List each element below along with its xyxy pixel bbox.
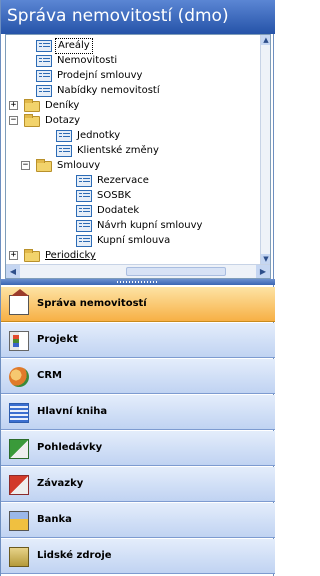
- tree-item-label: Deníky: [45, 100, 80, 111]
- navigation-pane: Správa nemovitostí (dmo) Areály Nemovitos…: [0, 0, 275, 576]
- scroll-right-arrow-icon[interactable]: ▶: [256, 265, 270, 278]
- tree-item-label: SOSBK: [97, 190, 131, 201]
- collapse-icon[interactable]: −: [21, 161, 30, 170]
- table-icon: [76, 220, 92, 232]
- tree-item-label: Nabídky nemovitostí: [57, 85, 160, 96]
- horizontal-scrollbar[interactable]: ◀ ▶: [6, 264, 270, 278]
- scroll-thumb[interactable]: [126, 267, 226, 276]
- folder-icon: [24, 249, 40, 262]
- tree-item-label: Dotazy: [45, 115, 81, 126]
- nav-button-label: Lidské zdroje: [37, 550, 112, 561]
- splitter-grip-icon[interactable]: [117, 281, 157, 283]
- table-icon: [36, 55, 52, 67]
- nav-button[interactable]: Projekt: [1, 323, 275, 358]
- nav-button[interactable]: Závazky: [1, 467, 275, 502]
- table-icon: [56, 130, 72, 142]
- table-icon: [76, 205, 92, 217]
- nav-button-label: Závazky: [37, 478, 84, 489]
- folder-icon: [24, 114, 40, 127]
- tree-item-label: Smlouvy: [57, 160, 101, 171]
- nav-button-label: Projekt: [37, 334, 78, 345]
- nav-button-label: Banka: [37, 514, 72, 525]
- table-icon: [56, 145, 72, 157]
- pane-splitter[interactable]: [1, 279, 275, 285]
- tree-item-label: Areály: [55, 38, 93, 54]
- hr-icon: [9, 547, 29, 567]
- tree-item-label: Návrh kupní smlouvy: [97, 220, 203, 231]
- tree-item-label: Prodejní smlouvy: [57, 70, 143, 81]
- nav-button-label: Pohledávky: [37, 442, 103, 453]
- nav-button-label: Hlavní kniha: [37, 406, 108, 417]
- tree-item-label: Rezervace: [97, 175, 149, 186]
- bank-icon: [9, 511, 29, 531]
- scroll-down-arrow-icon[interactable]: ▼: [261, 254, 270, 264]
- table-icon: [36, 85, 52, 97]
- nav-button-label: CRM: [37, 370, 62, 381]
- table-icon: [36, 40, 52, 52]
- nav-button[interactable]: CRM: [1, 359, 275, 394]
- nav-button[interactable]: Banka: [1, 503, 275, 538]
- table-icon: [76, 175, 92, 187]
- nav-button[interactable]: Hlavní kniha: [1, 395, 275, 430]
- nav-button[interactable]: Pohledávky: [1, 431, 275, 466]
- tree-item-label: Nemovitosti: [57, 55, 118, 66]
- tree-item-label: Periodicky: [45, 250, 96, 261]
- table-icon: [36, 70, 52, 82]
- folder-icon: [24, 99, 40, 112]
- expand-icon[interactable]: +: [9, 251, 18, 260]
- receivables-icon: [9, 439, 29, 459]
- nav-button[interactable]: Správa nemovitostí: [1, 287, 275, 322]
- scroll-up-arrow-icon[interactable]: ▲: [261, 35, 270, 45]
- tree-item-label: Dodatek: [97, 205, 140, 216]
- tree-view[interactable]: Areály Nemovitosti Prodejní smlouvy Nabídky…: [5, 34, 271, 279]
- tree-item-label: Klientské změny: [77, 145, 159, 156]
- nav-button-label: Správa nemovitostí: [37, 298, 147, 309]
- payables-icon: [9, 475, 29, 495]
- expand-icon[interactable]: +: [9, 101, 18, 110]
- house-icon: [9, 289, 29, 315]
- collapse-icon[interactable]: −: [9, 116, 18, 125]
- folder-icon: [36, 159, 52, 172]
- project-icon: [9, 331, 29, 351]
- vertical-scrollbar[interactable]: ▲ ▼: [260, 35, 270, 264]
- crm-icon: [9, 367, 29, 387]
- tree-item-label: Jednotky: [77, 130, 121, 141]
- scroll-left-arrow-icon[interactable]: ◀: [6, 265, 20, 278]
- table-icon: [76, 235, 92, 247]
- ledger-icon: [9, 403, 29, 423]
- pane-title: Správa nemovitostí (dmo): [1, 0, 275, 34]
- table-icon: [76, 190, 92, 202]
- nav-button[interactable]: Lidské zdroje: [1, 539, 275, 574]
- tree-item-label: Kupní smlouva: [97, 235, 171, 246]
